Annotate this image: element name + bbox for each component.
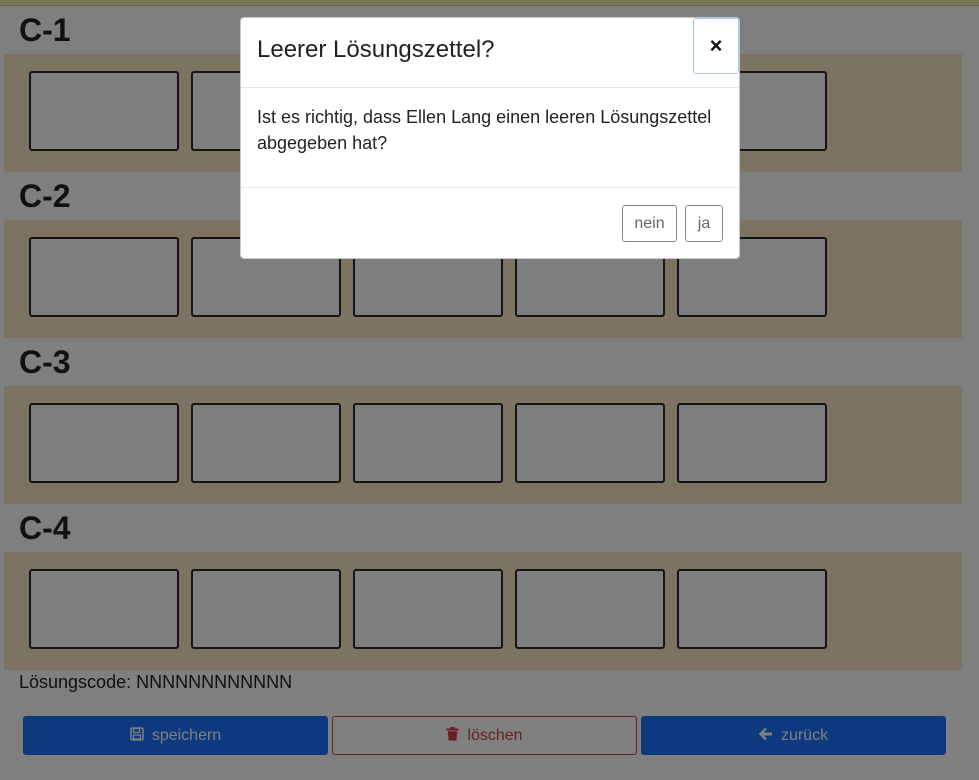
close-icon: × <box>709 33 723 58</box>
confirm-dialog: Leerer Lösungszettel? × Ist es richtig, … <box>240 17 740 259</box>
dialog-footer: nein ja <box>241 187 739 259</box>
dialog-title: Leerer Lösungszettel? <box>257 36 495 63</box>
dialog-message: Ist es richtig, dass Ellen Lang einen le… <box>257 107 712 153</box>
yes-button[interactable]: ja <box>685 205 723 242</box>
no-button[interactable]: nein <box>622 205 677 242</box>
dialog-header: Leerer Lösungszettel? × <box>241 18 739 88</box>
close-button[interactable]: × <box>693 18 739 74</box>
